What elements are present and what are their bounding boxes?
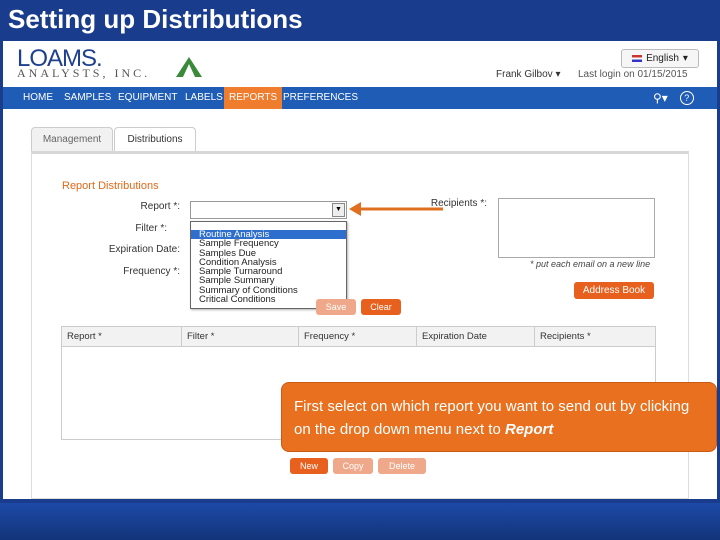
delete-button[interactable]: Delete <box>378 458 426 474</box>
report-select[interactable]: ▼ <box>190 201 347 219</box>
column-header[interactable]: Recipients * <box>535 327 655 346</box>
language-selector[interactable]: English ▾ <box>621 49 699 68</box>
logo-mark-icon <box>176 57 202 77</box>
instruction-callout: First select on which report you want to… <box>281 382 717 452</box>
copy-button[interactable]: Copy <box>333 458 373 474</box>
nav-equipment[interactable]: EQUIPMENT <box>118 87 177 109</box>
column-header[interactable]: Frequency * <box>299 327 417 346</box>
search-icon[interactable]: ⚲▾ <box>653 91 668 105</box>
last-login-text: Last login on 01/15/2015 <box>578 69 688 80</box>
app-header: LOAMS. ANALYSTS, INC. English ▾ Frank Gi… <box>3 41 717 85</box>
recipients-hint: * put each email on a new line <box>530 259 651 269</box>
main-nav: HOME SAMPLES EQUIPMENT LABELS REPORTS PR… <box>3 87 717 109</box>
column-header[interactable]: Filter * <box>182 327 299 346</box>
user-menu[interactable]: Frank Gilbov ▾ <box>496 69 561 80</box>
slide-footer <box>0 503 720 540</box>
callout-text: First select on which report you want to… <box>294 398 690 438</box>
expiration-label: Expiration Date: <box>108 244 180 255</box>
save-button[interactable]: Save <box>316 299 356 315</box>
nav-labels[interactable]: LABELS <box>185 87 223 109</box>
new-button[interactable]: New <box>290 458 328 474</box>
nav-home[interactable]: HOME <box>23 87 53 109</box>
clear-button[interactable]: Clear <box>361 299 401 315</box>
user-name: Frank Gilbov <box>496 69 553 80</box>
logo-subtitle: ANALYSTS, INC. <box>17 66 151 80</box>
column-header[interactable]: Report * <box>62 327 182 346</box>
flag-icon <box>632 55 643 62</box>
tab-management[interactable]: Management <box>31 127 113 152</box>
filter-label: Filter *: <box>135 223 167 234</box>
nav-reports[interactable]: REPORTS <box>224 87 283 109</box>
arrow-left-icon <box>349 202 443 216</box>
column-header[interactable]: Expiration Date <box>417 327 535 346</box>
callout-emphasis: Report <box>504 421 554 438</box>
chevron-down-icon[interactable]: ▼ <box>332 203 345 217</box>
language-label: English <box>646 53 679 64</box>
frequency-label: Frequency *: <box>123 266 180 277</box>
section-title: Report Distributions <box>62 180 159 192</box>
table-header: Report * Filter * Frequency * Expiration… <box>62 327 655 347</box>
nav-preferences[interactable]: PREFERENCES <box>283 87 358 109</box>
report-label: Report *: <box>140 201 180 212</box>
nav-icons: ⚲▾ ? <box>653 87 694 109</box>
slide-title: Setting up Distributions <box>8 4 303 34</box>
help-icon[interactable]: ? <box>679 91 694 105</box>
address-book-button[interactable]: Address Book <box>574 282 654 299</box>
nav-samples[interactable]: SAMPLES <box>64 87 111 109</box>
report-dropdown: Routine Analysis Sample Frequency Sample… <box>190 221 347 309</box>
tab-distributions[interactable]: Distributions <box>114 127 196 153</box>
recipients-input[interactable] <box>498 198 655 258</box>
chevron-down-icon: ▾ <box>682 53 688 64</box>
